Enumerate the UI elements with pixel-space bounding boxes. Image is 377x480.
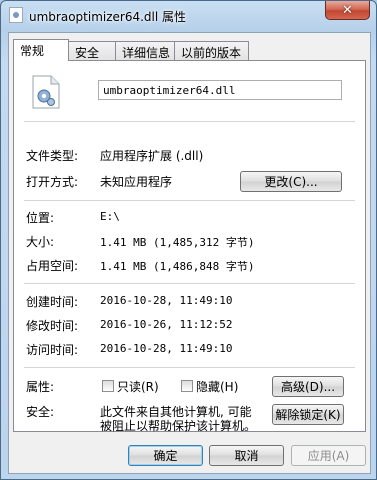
security-warning-line2: 被阻止以帮助保护该计算机。: [100, 419, 257, 433]
advanced-button[interactable]: 高级(D)...: [272, 376, 344, 397]
apply-button[interactable]: 应用(A): [291, 445, 366, 466]
accessed-value: 2016-10-28, 11:49:10: [100, 342, 233, 355]
size-label: 大小:: [26, 235, 55, 249]
file-type-value: 应用程序扩展 (.dll): [100, 149, 204, 163]
separator: [24, 283, 355, 284]
general-tab-panel: 文件类型: 应用程序扩展 (.dll) 打开方式: 未知应用程序 更改(C)..…: [13, 60, 366, 433]
size-value: 1.41 MB (1,485,312 字节): [100, 236, 255, 249]
security-label: 安全:: [26, 405, 55, 419]
location-label: 位置:: [26, 211, 55, 225]
created-label: 创建时间:: [26, 295, 79, 309]
readonly-checkbox[interactable]: [102, 380, 114, 392]
separator: [24, 121, 355, 122]
accessed-label: 访问时间:: [26, 343, 79, 357]
unblock-button[interactable]: 解除锁定(K): [272, 404, 344, 425]
readonly-label[interactable]: 只读(R): [117, 378, 159, 395]
dll-file-icon: [32, 75, 60, 109]
tab-general[interactable]: 常规: [13, 39, 69, 61]
separator: [24, 367, 355, 368]
hidden-label[interactable]: 隐藏(H): [196, 378, 238, 395]
window-title: umbraoptimizer64.dll 属性: [29, 10, 187, 24]
tab-security[interactable]: 安全: [68, 41, 116, 60]
hidden-checkbox[interactable]: [181, 380, 193, 392]
size-on-disk-value: 1.41 MB (1,486,848 字节): [100, 260, 255, 273]
close-button[interactable]: ✕: [325, 1, 370, 20]
size-on-disk-label: 占用空间:: [26, 259, 79, 273]
attributes-label: 属性:: [26, 380, 55, 394]
tab-details[interactable]: 详细信息: [115, 41, 175, 60]
modified-value: 2016-10-26, 11:12:52: [100, 318, 233, 331]
dialog-client: 常规 安全 详细信息 以前的版本 文件类型: 应用程序扩展 (.dll) 打开方…: [8, 32, 371, 474]
tab-previous-versions[interactable]: 以前的版本: [174, 41, 249, 60]
file-type-label: 文件类型:: [26, 149, 79, 163]
opens-with-label: 打开方式:: [26, 175, 79, 189]
change-button[interactable]: 更改(C)...: [240, 171, 342, 192]
properties-window: umbraoptimizer64.dll 属性 ✕ 常规 安全 详细信息 以前的…: [0, 0, 377, 480]
close-icon: ✕: [342, 2, 353, 18]
created-value: 2016-10-28, 11:49:10: [100, 294, 233, 307]
cancel-button[interactable]: 取消: [209, 445, 284, 466]
opens-with-value: 未知应用程序: [100, 175, 173, 189]
file-name-field[interactable]: [98, 80, 342, 100]
file-icon: [9, 7, 23, 23]
ok-button[interactable]: 确定: [128, 445, 203, 466]
location-value: E:\: [100, 210, 120, 223]
title-bar[interactable]: umbraoptimizer64.dll 属性 ✕: [1, 1, 376, 31]
modified-label: 修改时间:: [26, 319, 79, 333]
separator: [24, 200, 355, 201]
